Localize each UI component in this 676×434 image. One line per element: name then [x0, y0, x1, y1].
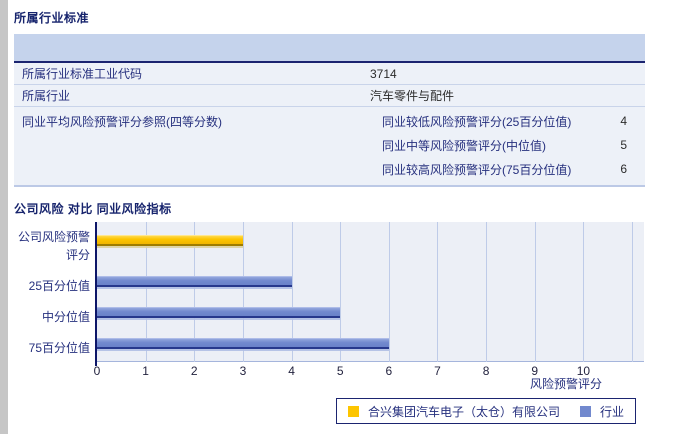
legend-item-company: 合兴集团汽车电子（太仓）有限公司 — [348, 403, 560, 420]
subrow-medium-risk: 同业中等风险预警评分(中位值) 5 — [378, 133, 645, 157]
gridline — [242, 222, 244, 362]
gridline — [291, 222, 293, 362]
chart-plot-area — [97, 222, 644, 362]
high-risk-value: 6 — [620, 162, 627, 176]
chart-x-axis-ticks: 0 1 2 3 4 5 6 7 8 9 10 — [93, 364, 644, 378]
bar-industry-cat3 — [97, 338, 389, 349]
gridline — [583, 222, 585, 362]
gridline — [145, 222, 147, 362]
industry-standard-table: 所属行业标准工业代码 3714 所属行业 汽车零件与配件 同业平均风险预警评分参… — [14, 34, 645, 187]
medium-risk-value: 5 — [620, 138, 627, 152]
chart-x-axis-title: 风险预警评分 — [530, 377, 603, 391]
legend-swatch-icon — [348, 405, 359, 417]
peer-reference-label: 同业平均风险预警评分参照(四等分数) — [22, 115, 222, 129]
gridline — [632, 222, 634, 362]
table-row-industry: 所属行业 汽车零件与配件 — [14, 85, 645, 107]
subrow-high-risk: 同业较高风险预警评分(75百分位值) 6 — [378, 157, 645, 181]
x-tick-8: 8 — [482, 364, 490, 378]
bar-company-cat0 — [97, 235, 243, 246]
legend-swatch-icon — [580, 405, 592, 417]
x-tick-5: 5 — [336, 364, 344, 378]
legend-item-industry: 行业 — [580, 403, 624, 420]
x-tick-0: 0 — [93, 364, 101, 378]
category-label-2: 中分位值 — [41, 310, 90, 324]
table-row-industry-code: 所属行业标准工业代码 3714 — [14, 63, 645, 85]
gridline — [388, 222, 390, 362]
bar-industry-cat2 — [97, 307, 340, 318]
x-tick-10: 10 — [576, 364, 591, 378]
table-row-peer-reference: 同业平均风险预警评分参照(四等分数) 同业较低风险预警评分(25百分位值) 4 … — [14, 107, 645, 185]
x-tick-1: 1 — [142, 364, 149, 378]
subrow-low-risk: 同业较低风险预警评分(25百分位值) 4 — [378, 109, 645, 133]
low-risk-value: 4 — [620, 114, 627, 128]
table-header-band — [14, 34, 645, 63]
industry-code-value: 3714 — [370, 66, 397, 81]
medium-risk-label: 同业中等风险预警评分(中位值) — [382, 138, 546, 153]
gridline — [194, 222, 196, 362]
gridline — [534, 222, 536, 362]
table-body: 所属行业标准工业代码 3714 所属行业 汽车零件与配件 同业平均风险预警评分参… — [14, 63, 645, 187]
x-tick-6: 6 — [385, 364, 393, 378]
category-label-0: 公司风险预警评分 — [17, 230, 90, 262]
legend-label: 行业 — [600, 404, 625, 419]
x-tick-2: 2 — [190, 364, 198, 378]
chart-y-axis-line — [95, 222, 97, 366]
chart-legend: 合兴集团汽车电子（太仓）有限公司 行业 — [336, 398, 637, 424]
peer-reference-subrows: 同业较低风险预警评分(25百分位值) 4 同业中等风险预警评分(中位值) 5 同… — [378, 107, 645, 185]
industry-code-label: 所属行业标准工业代码 — [22, 67, 143, 81]
x-tick-4: 4 — [288, 364, 295, 378]
industry-value: 汽车零件与配件 — [370, 89, 455, 103]
x-tick-7: 7 — [434, 364, 441, 378]
low-risk-label: 同业较低风险预警评分(25百分位值) — [382, 114, 572, 129]
page-left-margin-strip — [0, 0, 8, 434]
high-risk-label: 同业较高风险预警评分(75百分位值) — [382, 162, 572, 177]
report-page: 所属行业标准 所属行业标准工业代码 3714 所属行业 汽车零件与配件 同业平均… — [0, 0, 676, 434]
gridline — [437, 222, 439, 362]
x-tick-9: 9 — [531, 364, 539, 378]
industry-label: 所属行业 — [22, 89, 71, 103]
category-label-1: 25百分位值 — [28, 279, 90, 293]
category-label-3: 75百分位值 — [28, 341, 90, 355]
section-title-risk-comparison: 公司风险 对比 同业风险指标 — [14, 202, 172, 216]
bar-industry-cat1 — [97, 276, 292, 287]
legend-label: 合兴集团汽车电子（太仓）有限公司 — [368, 404, 561, 419]
section-title-industry-standard: 所属行业标准 — [14, 11, 90, 25]
x-tick-3: 3 — [239, 364, 247, 378]
gridline — [340, 222, 342, 362]
gridline — [486, 222, 488, 362]
